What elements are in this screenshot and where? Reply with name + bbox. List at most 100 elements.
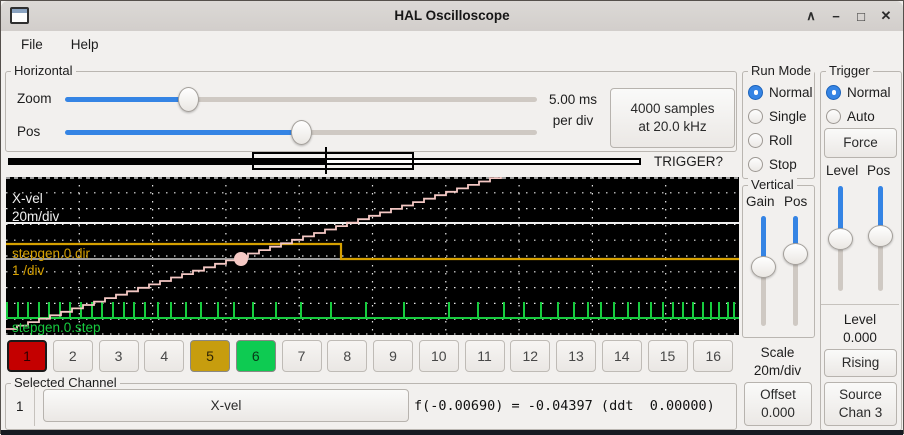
vertical-pos-slider[interactable] [783,216,808,326]
offset-button-line1: Offset [760,386,796,404]
slider-track-fill [65,130,301,135]
radio-icon[interactable] [748,109,763,124]
trigger-level-value: 0.000 [820,330,900,345]
window-bottom-edge [1,430,903,435]
slider-track [188,97,537,102]
trigger-level-label: Level [826,163,858,178]
channel-button-1[interactable]: 1 [7,340,47,372]
run-mode-radio-roll[interactable]: Roll [748,128,813,152]
radio-icon[interactable] [826,109,841,124]
samples-button[interactable]: 4000 samples at 20.0 kHz [610,88,735,148]
channel-button-16[interactable]: 16 [693,340,733,372]
slider-handle[interactable] [291,120,312,145]
menu-item-help[interactable]: Help [65,34,105,55]
slider-handle[interactable] [178,87,199,112]
trigger-radio-normal[interactable]: Normal [826,80,891,104]
trace-label-step: stepgen.0.step [12,320,101,335]
selected-channel-number: 1 [16,399,24,414]
slider-handle[interactable] [783,243,808,265]
channel-button-8[interactable]: 8 [327,340,367,372]
rising-button-label: Rising [842,354,880,372]
run-mode-radio-stop[interactable]: Stop [748,152,813,176]
hal-oscilloscope-window: { "window": { "title": "HAL Oscilloscope… [0,0,904,434]
channel-button-15[interactable]: 15 [648,340,688,372]
trigger-pos-slider[interactable] [868,186,893,291]
run-mode-radio-single[interactable]: Single [748,104,813,128]
minimize-button[interactable]: − [827,7,845,25]
run-mode-radios: Normal Single Roll Stop [748,80,813,176]
channel-button-14[interactable]: 14 [602,340,642,372]
channel-value-readout: f(-0.00690) = -0.04397 (ddt 0.00000) [414,398,715,414]
samples-button-line1: 4000 samples [630,100,714,118]
shade-button[interactable]: ∧ [802,7,820,25]
scale-value: 20m/div [742,363,813,378]
channel-button-11[interactable]: 11 [465,340,505,372]
slider-handle[interactable] [751,256,776,278]
trigger-radio-auto[interactable]: Auto [826,104,891,128]
radio-label: Single [769,109,807,124]
offset-button-line2: 0.000 [761,404,795,422]
samples-button-line2: at 20.0 kHz [638,118,706,136]
run-mode-title: Run Mode [748,63,814,78]
radio-label: Roll [769,133,792,148]
trace-label-dir: stepgen.0.dir [12,246,91,261]
channel-button-6[interactable]: 6 [236,340,276,372]
slider-track-fill [65,97,188,102]
gain-label: Gain [746,194,775,209]
source-button[interactable]: Source Chan 3 [824,382,897,426]
rising-button[interactable]: Rising [824,349,897,377]
record-trigger-position [325,147,327,174]
trigger-level-caption: Level [820,312,900,327]
vertical-pos-label: Pos [784,194,807,209]
radio-label: Auto [847,109,875,124]
channel-button-9[interactable]: 9 [373,340,413,372]
maximize-button[interactable]: □ [852,7,870,25]
slider-track [301,130,537,135]
channel-button-12[interactable]: 12 [510,340,550,372]
trigger-status-label: TRIGGER? [654,154,723,169]
slider-handle[interactable] [828,228,853,250]
trigger-title: Trigger [826,63,873,78]
radio-icon[interactable] [748,85,763,100]
channel-button-3[interactable]: 3 [99,340,139,372]
vertical-title: Vertical [748,177,797,192]
trace-scale-xvel: 20m/div [12,209,60,224]
channel-name-button-label: X-vel [211,397,242,415]
menu-item-file[interactable]: File [15,34,49,55]
radio-label: Stop [769,157,797,172]
zoom-slider[interactable] [65,87,537,112]
titlebar[interactable]: HAL Oscilloscope ∧−□✕ [1,1,903,32]
trace-label-xvel: X-vel [12,191,43,206]
slider-handle[interactable] [868,225,893,247]
zoom-label: Zoom [17,91,52,106]
scope-display[interactable]: X-vel 20m/div stepgen.0.dir 1 /div stepgen.0… [6,177,739,335]
force-button-label: Force [843,134,878,152]
channel-button-7[interactable]: 7 [282,340,322,372]
record-view-window[interactable] [252,152,414,170]
scale-caption: Scale [742,345,813,360]
run-mode-radio-normal[interactable]: Normal [748,80,813,104]
channel-button-2[interactable]: 2 [53,340,93,372]
channel-button-13[interactable]: 13 [556,340,596,372]
channel-button-10[interactable]: 10 [419,340,459,372]
source-button-line1: Source [839,386,882,404]
gain-slider[interactable] [751,216,776,326]
horizontal-pos-slider[interactable] [65,120,537,145]
force-button[interactable]: Force [824,128,897,158]
radio-icon[interactable] [826,85,841,100]
channel-name-button[interactable]: X-vel [43,389,409,422]
radio-icon[interactable] [748,133,763,148]
radio-label: Normal [847,85,891,100]
channel-button-4[interactable]: 4 [144,340,184,372]
window-controls: ∧−□ ✕ [802,1,895,31]
trigger-divider [821,304,899,305]
trace-scale-dir: 1 /div [12,263,45,278]
menubar: File Help [1,31,903,58]
source-button-line2: Chan 3 [839,404,883,422]
close-button[interactable]: ✕ [877,7,895,25]
channel-button-5[interactable]: 5 [190,340,230,372]
trigger-radios: Normal Auto [826,80,891,128]
radio-icon[interactable] [748,157,763,172]
offset-button[interactable]: Offset 0.000 [744,382,812,426]
trigger-level-slider[interactable] [828,186,853,291]
